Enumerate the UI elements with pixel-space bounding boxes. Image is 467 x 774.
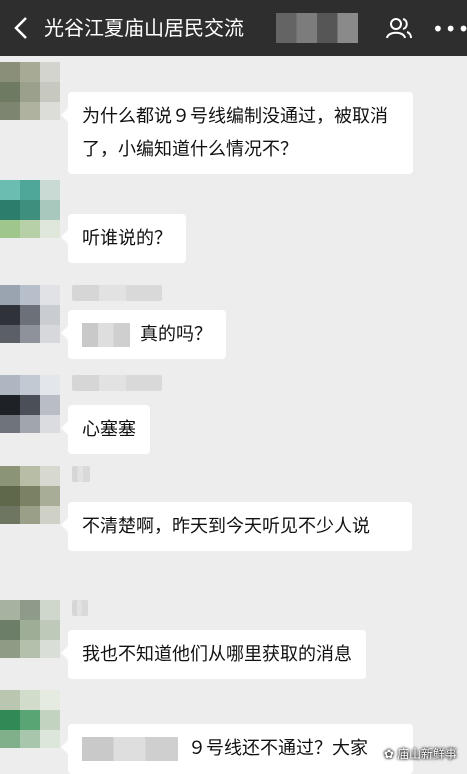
back-icon[interactable] [12,16,32,40]
message-text: 真的吗？ [140,324,212,345]
message-text: 心塞塞 [82,419,136,440]
sender-name-mosaic [72,600,88,616]
wechat-logo-icon: ✿ [383,747,394,761]
message-bubble: ９号线还不通过？大家 [61,724,413,774]
message-bubble: 听谁说的？ [61,214,186,263]
chat-title: 光谷江夏庙山居民交流 [44,16,244,40]
message-text: 不清楚啊，昨天到今天听见不少人说 [82,516,370,537]
message-text: ９号线还不通过？大家 [188,738,368,759]
mention-mosaic [82,323,130,347]
more-icon[interactable]: ••• [432,19,467,39]
avatar[interactable] [0,375,60,433]
message-text: 我也不知道他们从哪里获取的消息 [82,644,352,665]
watermark: ✿ 庙山新鲜事 [383,747,457,761]
message-bubble: 心塞塞 [61,405,150,454]
avatar[interactable] [0,466,60,524]
avatar[interactable] [0,285,60,343]
group-members-icon[interactable] [386,17,412,39]
sender-name-mosaic [72,466,90,482]
message-bubble: 我也不知道他们从哪里获取的消息 [61,630,366,679]
sender-name-mosaic [72,375,162,391]
avatar[interactable] [0,62,60,120]
avatar[interactable] [0,600,60,658]
title-mosaic [276,13,358,43]
message-bubble: 真的吗？ [61,310,226,359]
avatar[interactable] [0,180,60,238]
message-bubble: 为什么都说９号线编制没通过，被取消了，小编知道什么情况不？ [61,92,413,174]
message-text: 为什么都说９号线编制没通过，被取消了，小编知道什么情况不？ [82,106,388,160]
avatar[interactable] [0,690,60,748]
sender-name-mosaic [72,285,162,301]
mention-mosaic [82,737,178,761]
message-bubble: 不清楚啊，昨天到今天听见不少人说 [61,502,412,551]
chat-header: 光谷江夏庙山居民交流 ••• [0,0,467,56]
message-text: 听谁说的？ [82,228,172,249]
